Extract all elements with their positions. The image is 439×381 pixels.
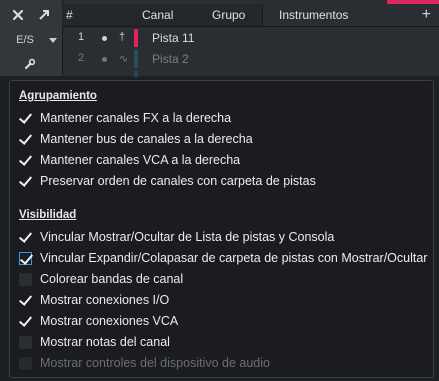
track-name: Pista 11 — [152, 31, 195, 45]
checkmark-icon — [19, 231, 32, 244]
column-number[interactable]: # — [66, 4, 73, 26]
menu-item-show-channel-notes[interactable]: Mostrar notas del canal — [19, 332, 170, 352]
checkmark-icon — [19, 315, 32, 328]
column-group[interactable]: Grupo — [212, 4, 245, 26]
close-icon[interactable] — [6, 4, 30, 26]
column-instruments-label: Instrumentos — [279, 8, 349, 22]
column-channel[interactable]: Canal — [142, 4, 173, 26]
record-dot-icon[interactable] — [102, 36, 107, 41]
expand-icon[interactable] — [32, 4, 56, 26]
track-number: 2 — [78, 52, 85, 64]
add-instrument-plus-icon[interactable]: + — [422, 4, 431, 26]
checkmark-icon — [19, 133, 32, 146]
visibility-section-title: Visibilidad — [19, 209, 77, 221]
track-number: 1 — [78, 31, 85, 43]
menu-item-show-io-connections[interactable]: Mostrar conexiones I/O — [19, 290, 169, 310]
column-instruments[interactable]: Instrumentos — [262, 4, 439, 26]
console-header-area: E/S # Canal Grupo Instrumentos + 1 † Pis… — [0, 0, 439, 77]
menu-item-label: Mantener canales VCA a la derecha — [40, 153, 241, 167]
menu-item-keep-bus-right[interactable]: Mantener bus de canales a la derecha — [19, 129, 253, 149]
checkmark-icon — [19, 154, 32, 167]
console-options-menu: Agrupamiento Mantener canales FX a la de… — [9, 80, 434, 378]
menu-item-show-audio-device-controls: Mostrar controles del dispositivo de aud… — [19, 353, 270, 373]
menu-item-label: Preservar orden de canales con carpeta d… — [40, 174, 316, 188]
menu-item-label: Mantener bus de canales a la derecha — [40, 132, 253, 146]
left-toolbar: E/S — [0, 0, 63, 76]
menu-item-preserve-folder-order[interactable]: Preservar orden de canales con carpeta d… — [19, 171, 316, 191]
checkmark-icon — [19, 294, 32, 307]
menu-item-link-expand-collapse[interactable]: Vincular Expandir/Colapasar de carpeta d… — [19, 248, 427, 268]
checkbox-empty-icon — [19, 356, 32, 370]
waveform-icon[interactable]: ∿ — [119, 52, 128, 65]
menu-item-label: Mostrar notas del canal — [40, 335, 170, 349]
menu-item-label: Vincular Mostrar/Ocultar de Lista de pis… — [40, 230, 335, 244]
menu-item-label: Vincular Expandir/Colapasar de carpeta d… — [40, 251, 428, 265]
track-name: Pista 2 — [152, 52, 189, 66]
menu-item-label: Mostrar controles del dispositivo de aud… — [40, 356, 270, 370]
checkbox-empty-icon — [19, 272, 32, 286]
monitor-icon[interactable]: † — [119, 31, 125, 43]
track-color-swatch[interactable] — [134, 29, 138, 47]
menu-item-keep-fx-right[interactable]: Mantener canales FX a la derecha — [19, 108, 231, 128]
checkmark-icon — [19, 251, 32, 265]
menu-item-link-show-hide[interactable]: Vincular Mostrar/Ocultar de Lista de pis… — [19, 227, 334, 247]
track-list-header: # Canal Grupo Instrumentos + — [62, 4, 439, 27]
menu-item-show-vca-connections[interactable]: Mostrar conexiones VCA — [19, 311, 178, 331]
menu-item-keep-vca-right[interactable]: Mantener canales VCA a la derecha — [19, 150, 240, 170]
track-row[interactable]: 1 † Pista 11 — [62, 28, 260, 48]
menu-item-color-channel-strips[interactable]: Colorear bandas de canal — [19, 269, 183, 289]
io-dropdown-chevron-down-icon[interactable] — [45, 31, 61, 49]
checkmark-icon — [19, 175, 32, 188]
io-button[interactable]: E/S — [5, 31, 45, 49]
io-button-label: E/S — [16, 34, 34, 46]
record-dot-icon[interactable] — [102, 57, 107, 62]
menu-item-label: Mantener canales FX a la derecha — [40, 111, 232, 125]
track-color-swatch[interactable] — [134, 50, 138, 68]
wrench-icon[interactable] — [18, 54, 42, 74]
menu-item-label: Colorear bandas de canal — [40, 272, 184, 286]
instruments-panel — [262, 27, 439, 76]
checkbox-empty-icon — [19, 335, 32, 349]
grouping-section-title: Agrupamiento — [19, 90, 97, 102]
menu-item-label: Mostrar conexiones VCA — [40, 314, 179, 328]
track-row[interactable]: 2 ∿ Pista 2 — [62, 49, 260, 69]
track-color-swatch[interactable] — [134, 71, 138, 77]
menu-item-label: Mostrar conexiones I/O — [40, 293, 170, 307]
checkmark-icon — [19, 112, 32, 125]
